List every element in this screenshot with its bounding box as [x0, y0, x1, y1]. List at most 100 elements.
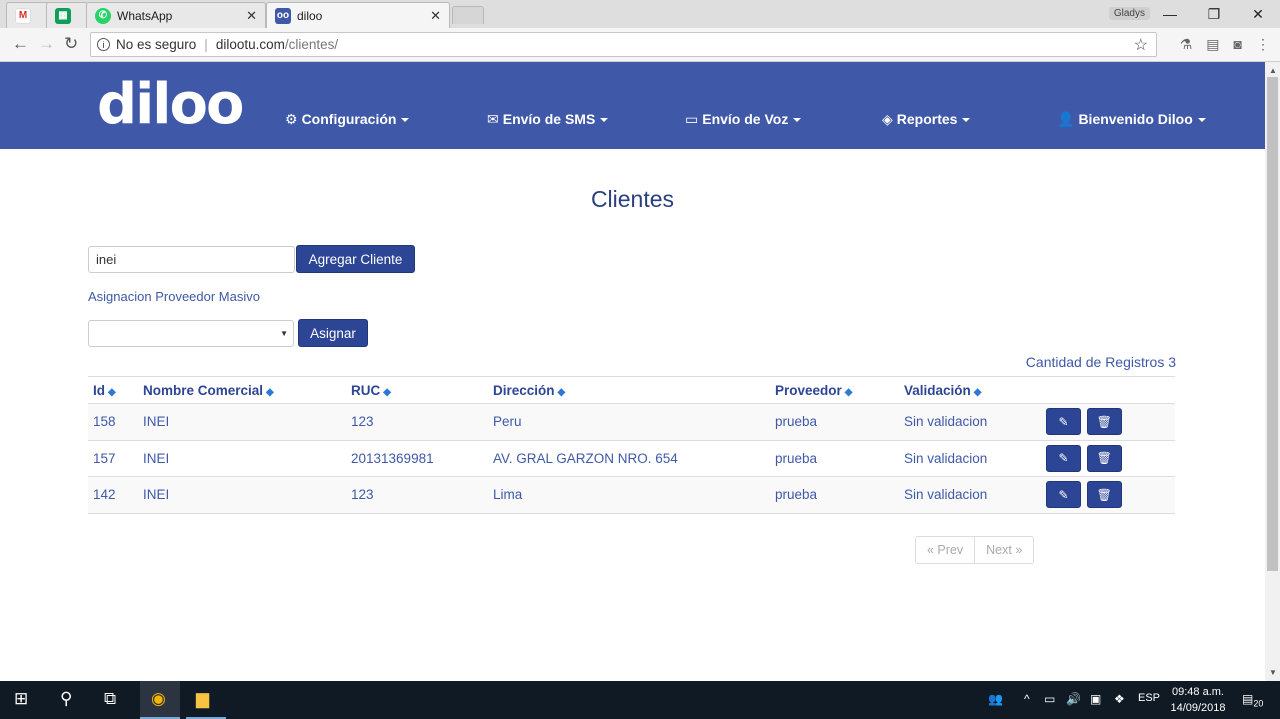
caret-down-icon: [793, 118, 802, 123]
nav-reportes[interactable]: ◈ Reportes: [882, 111, 971, 128]
column-header-ruc[interactable]: RUC ◆: [346, 376, 488, 404]
notification-icon[interactable]: ▤20: [1242, 692, 1263, 708]
volume-icon[interactable]: 🔊: [1066, 692, 1081, 706]
next-page-button[interactable]: Next »: [975, 536, 1035, 564]
table-row: 142 INEI 123 Lima prueba Sin validacion …: [88, 476, 1175, 514]
client-search-input[interactable]: [88, 246, 295, 273]
page-title: Clientes: [590, 186, 675, 212]
sort-icon[interactable]: ◆: [266, 387, 274, 398]
pagination: « Prev Next »: [915, 536, 1035, 564]
bulk-provider-assignment-link[interactable]: Asignacion Proveedor Masivo: [88, 289, 260, 304]
camera-icon[interactable]: ◙: [1234, 36, 1242, 53]
new-tab-button[interactable]: [452, 6, 484, 24]
minimize-icon[interactable]: —: [1148, 6, 1192, 22]
search-icon[interactable]: ⚲: [60, 689, 72, 709]
tab-label: diloo: [297, 8, 323, 23]
cell-ruc: 20131369981: [346, 440, 488, 477]
sort-icon[interactable]: ◆: [108, 387, 116, 398]
cell-actions: ✎ 🗑: [1041, 440, 1175, 477]
url-separator: |: [204, 37, 208, 52]
restore-icon[interactable]: ❐: [1192, 6, 1236, 23]
close-window-icon[interactable]: ✕: [1236, 6, 1280, 23]
dropbox-icon[interactable]: ❖: [1114, 692, 1125, 706]
sort-icon[interactable]: ◆: [845, 387, 853, 398]
diloo-icon: oo: [275, 7, 291, 24]
url-path: /clientes/: [284, 37, 339, 52]
table-row: 157 INEI 20131369981 AV. GRAL GARZON NRO…: [88, 440, 1175, 477]
site-logo[interactable]: diloo: [97, 72, 244, 137]
sort-icon[interactable]: ◆: [974, 387, 982, 398]
prev-page-button[interactable]: « Prev: [915, 536, 976, 564]
sort-icon[interactable]: ◆: [383, 387, 391, 398]
cell-id: 157: [88, 440, 138, 477]
edit-button[interactable]: ✎: [1046, 408, 1081, 436]
menu-icon[interactable]: ⋮: [1256, 36, 1270, 53]
assign-button[interactable]: Asignar: [298, 319, 368, 347]
battery-icon[interactable]: ▭: [1044, 692, 1055, 706]
folder-icon: ▆: [196, 689, 210, 708]
cell-ruc: 123: [346, 476, 488, 514]
nav-label: Envío de Voz: [702, 111, 789, 127]
extension-icon[interactable]: ⚗: [1180, 36, 1193, 53]
column-header-validacion[interactable]: Validación ◆: [899, 376, 1041, 404]
nav-configuracion[interactable]: ⚙ Configuración: [285, 111, 410, 128]
taskbar-chrome[interactable]: ◉: [140, 681, 180, 719]
cell-actions: ✎ 🗑: [1041, 403, 1175, 441]
cell-direccion: AV. GRAL GARZON NRO. 654: [488, 440, 770, 477]
scroll-down-icon[interactable]: ▼: [1269, 668, 1277, 677]
trash-icon: 🗑: [1096, 487, 1112, 502]
cell-actions: ✎ 🗑: [1041, 476, 1175, 514]
cell-direccion: Lima: [488, 476, 770, 514]
forward-arrow-icon[interactable]: →: [38, 34, 55, 54]
close-icon[interactable]: ✕: [430, 8, 441, 24]
cube-icon: ◈: [882, 111, 893, 127]
reader-icon[interactable]: ▤: [1206, 36, 1219, 53]
close-icon[interactable]: ✕: [246, 8, 257, 24]
cell-validacion: Sin validacion: [899, 476, 1041, 514]
cell-proveedor: prueba: [770, 476, 899, 514]
bookmark-star-icon[interactable]: ☆: [1134, 35, 1148, 55]
gmail-icon: M: [15, 7, 31, 24]
column-header-direccion[interactable]: Dirección ◆: [488, 376, 770, 404]
column-header-proveedor[interactable]: Proveedor ◆: [770, 376, 899, 404]
info-icon[interactable]: i: [97, 38, 110, 51]
edit-button[interactable]: ✎: [1046, 481, 1081, 509]
column-header-id[interactable]: Id ◆: [88, 376, 138, 404]
network-icon[interactable]: ▣: [1090, 692, 1101, 706]
delete-button[interactable]: 🗑: [1086, 408, 1122, 436]
cell-ruc: 123: [346, 403, 488, 441]
nav-envio-sms[interactable]: ✉ Envío de SMS: [487, 111, 609, 128]
profile-name[interactable]: Gladys: [1108, 7, 1150, 20]
delete-button[interactable]: 🗑: [1086, 481, 1122, 509]
system-clock[interactable]: 09:48 a.m. 14/09/2018: [1168, 684, 1228, 716]
back-arrow-icon[interactable]: ←: [12, 34, 29, 54]
url-input[interactable]: i No es seguro | dilootu.com/clientes/ ☆: [90, 32, 1157, 57]
sort-icon[interactable]: ◆: [558, 387, 566, 398]
cell-validacion: Sin validacion: [899, 440, 1041, 477]
tab-sheets[interactable]: ▦: [46, 2, 88, 28]
cell-proveedor: prueba: [770, 440, 899, 477]
laptop-icon: ▭: [685, 111, 699, 127]
windows-start-icon[interactable]: ⊞: [14, 689, 28, 709]
delete-button[interactable]: 🗑: [1086, 444, 1122, 472]
people-icon[interactable]: 👥: [988, 692, 1003, 706]
language-indicator[interactable]: ESP: [1138, 692, 1160, 704]
tab-diloo[interactable]: oo diloo ✕: [266, 2, 450, 28]
add-client-button[interactable]: Agregar Cliente: [296, 245, 415, 273]
reload-icon[interactable]: ↻: [64, 34, 78, 54]
cell-nombre: INEI: [138, 440, 346, 477]
edit-button[interactable]: ✎: [1046, 444, 1081, 472]
scroll-up-icon[interactable]: ▲: [1269, 66, 1277, 75]
column-header-nombre[interactable]: Nombre Comercial ◆: [138, 376, 346, 404]
nav-envio-voz[interactable]: ▭ Envío de Voz: [685, 111, 802, 128]
task-view-icon[interactable]: ⧉: [104, 689, 116, 709]
scrollbar-thumb[interactable]: [1267, 77, 1278, 571]
window-controls: — ❐ ✕: [1148, 0, 1280, 28]
select-arrow-icon: ▼: [280, 329, 288, 338]
taskbar-file-explorer[interactable]: ▆: [186, 681, 226, 719]
tab-whatsapp[interactable]: ✆ WhatsApp ✕: [86, 2, 266, 28]
nav-user-menu[interactable]: 👤 Bienvenido Diloo: [1057, 111, 1206, 128]
provider-select[interactable]: ▼: [88, 320, 294, 347]
tray-chevron-icon[interactable]: ^: [1024, 692, 1030, 706]
clock-time: 09:48 a.m.: [1172, 686, 1224, 698]
